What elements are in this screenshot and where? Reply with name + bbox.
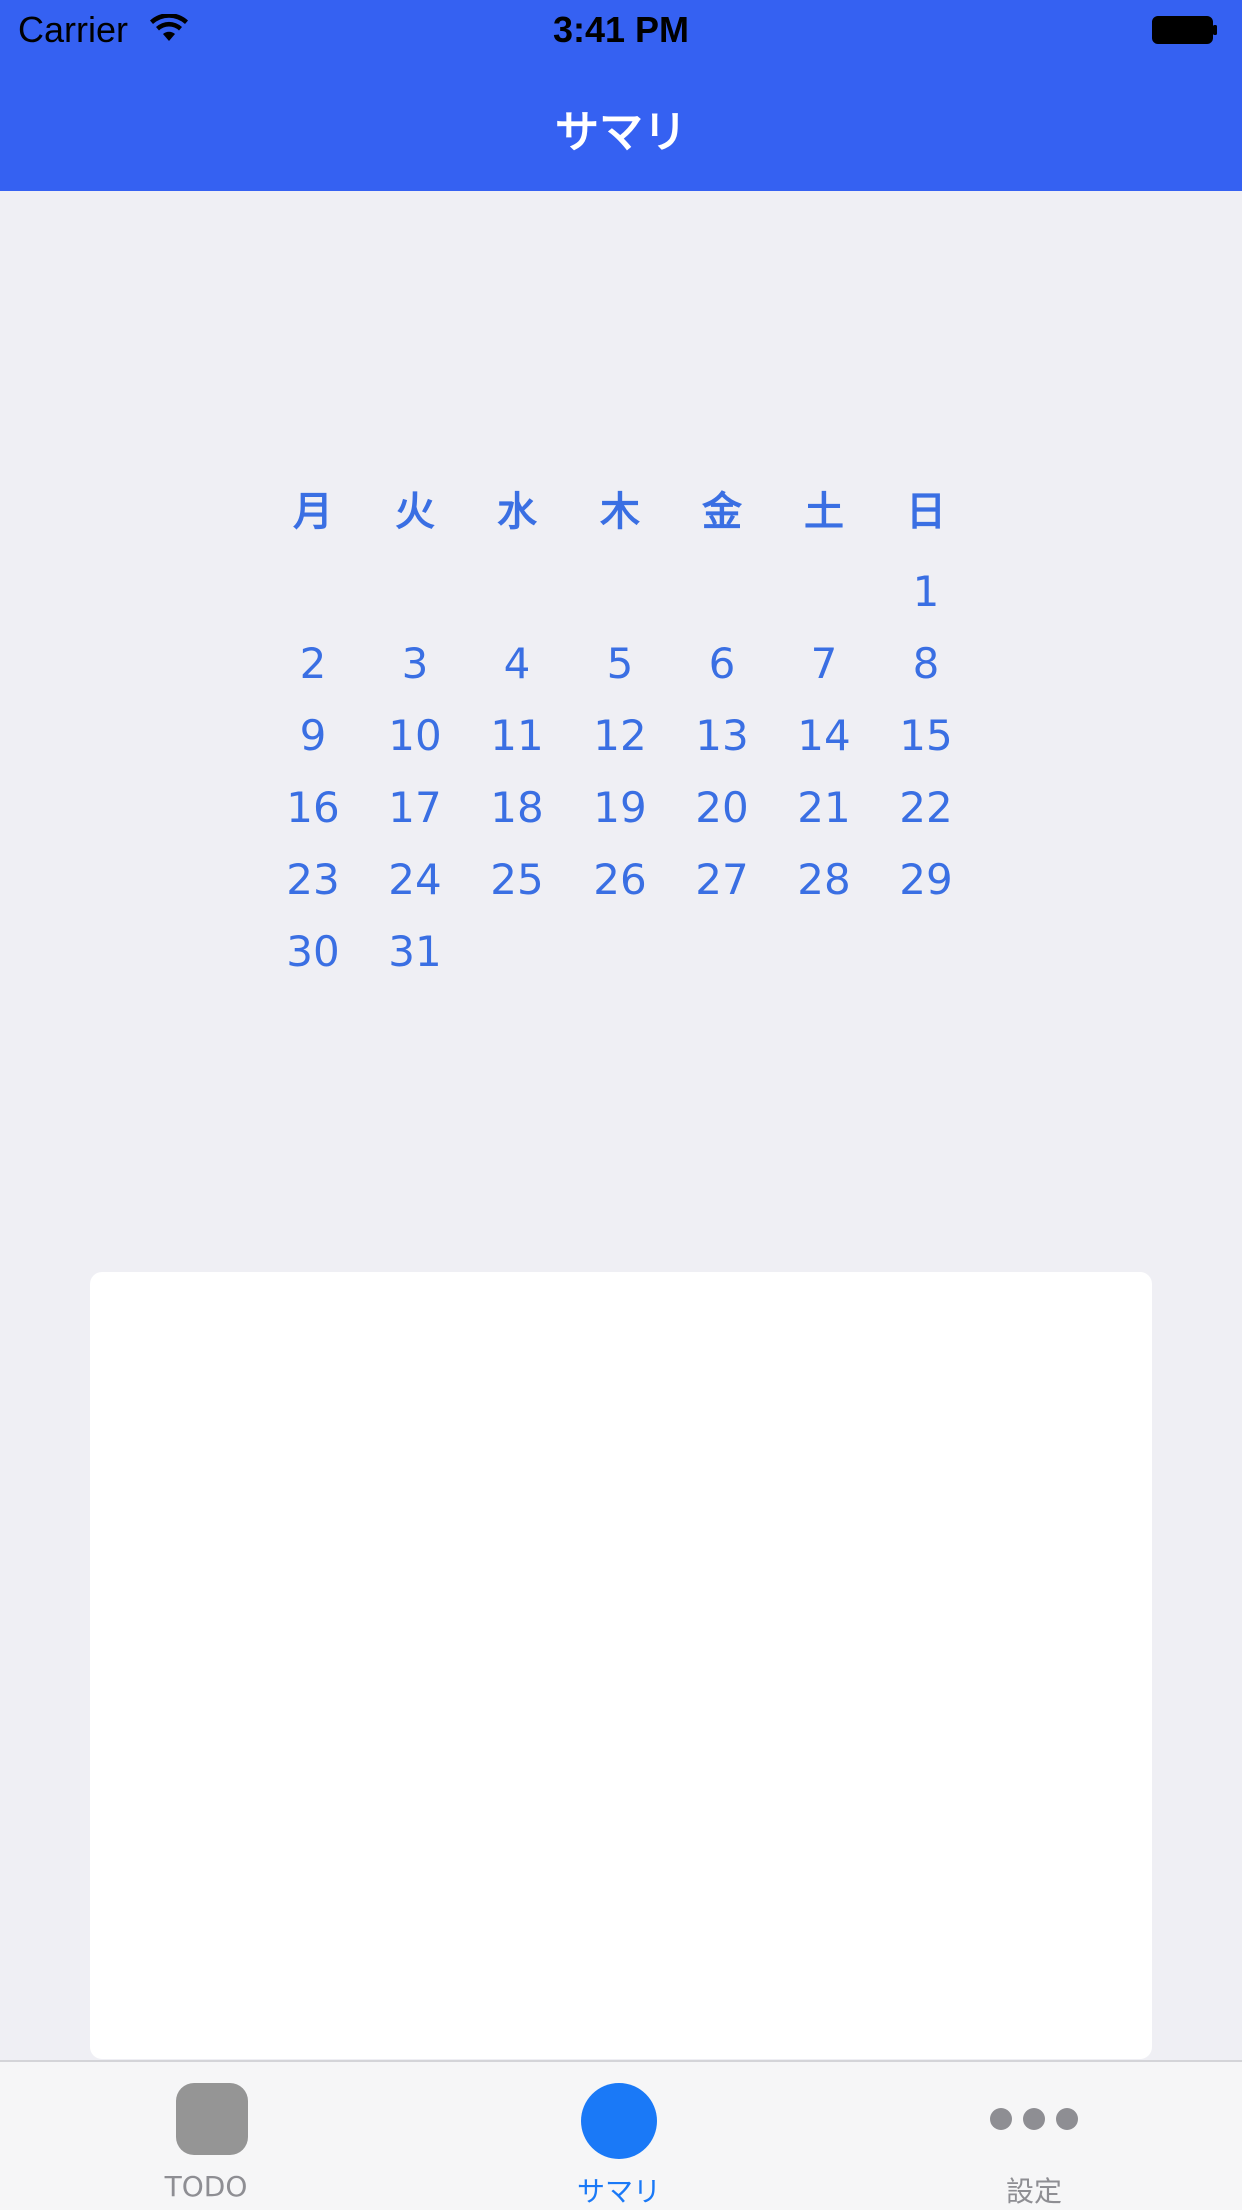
weekday-header: 日 bbox=[906, 489, 946, 535]
calendar-day[interactable]: 2 bbox=[262, 636, 364, 692]
calendar-day[interactable]: 6 bbox=[671, 636, 773, 692]
calendar-day[interactable]: 29 bbox=[875, 852, 977, 908]
calendar-day[interactable]: 20 bbox=[671, 780, 773, 836]
battery-icon bbox=[1152, 16, 1217, 44]
weekday-header: 金 bbox=[702, 489, 742, 535]
weekday-header: 火 bbox=[395, 489, 435, 535]
calendar-day[interactable]: 9 bbox=[262, 708, 364, 764]
tab-summary-label: サマリ bbox=[576, 2175, 661, 2208]
tab-summary[interactable]: サマリ bbox=[519, 2062, 719, 2210]
calendar-day[interactable]: 26 bbox=[569, 852, 671, 908]
calendar-day[interactable]: 15 bbox=[875, 708, 977, 764]
calendar-day[interactable]: 16 bbox=[262, 780, 364, 836]
calendar-day[interactable]: 21 bbox=[773, 780, 875, 836]
calendar-day[interactable]: 25 bbox=[466, 852, 568, 908]
calendar-day[interactable]: 14 bbox=[773, 708, 875, 764]
calendar-day[interactable]: 3 bbox=[364, 636, 466, 692]
weekday-header: 月 bbox=[293, 489, 333, 535]
calendar-day[interactable]: 5 bbox=[569, 636, 671, 692]
rounded-square-icon bbox=[176, 2083, 248, 2155]
status-bar: Carrier 3:41 PM bbox=[0, 0, 1242, 60]
calendar-day[interactable]: 27 bbox=[671, 852, 773, 908]
calendar-day[interactable]: 18 bbox=[466, 780, 568, 836]
calendar-day[interactable]: 30 bbox=[262, 924, 364, 980]
calendar-day[interactable]: 28 bbox=[773, 852, 875, 908]
calendar-day[interactable]: 4 bbox=[466, 636, 568, 692]
weekday-header: 水 bbox=[497, 489, 537, 535]
calendar-day[interactable]: 24 bbox=[364, 852, 466, 908]
tab-settings[interactable]: 設定 bbox=[934, 2062, 1134, 2210]
calendar-day[interactable]: 13 bbox=[671, 708, 773, 764]
calendar-day[interactable]: 11 bbox=[466, 708, 568, 764]
navigation-header: Carrier 3:41 PM サマリ bbox=[0, 0, 1242, 191]
calendar-day[interactable]: 8 bbox=[875, 636, 977, 692]
status-time: 3:41 PM bbox=[552, 9, 690, 50]
calendar-day[interactable]: 1 bbox=[875, 564, 977, 620]
more-dots-icon bbox=[990, 2083, 1078, 2155]
page-title: サマリ bbox=[555, 107, 687, 158]
weekday-header: 土 bbox=[804, 489, 844, 535]
tab-bar: TODO サマリ 設定 bbox=[0, 2060, 1242, 2210]
calendar-day[interactable]: 22 bbox=[875, 780, 977, 836]
calendar-day[interactable]: 17 bbox=[364, 780, 466, 836]
calendar-day[interactable]: 7 bbox=[773, 636, 875, 692]
tab-todo-label: TODO bbox=[164, 2170, 248, 2203]
calendar-day[interactable]: 23 bbox=[262, 852, 364, 908]
calendar-day[interactable]: 31 bbox=[364, 924, 466, 980]
tab-todo[interactable]: TODO bbox=[106, 2062, 306, 2210]
weekday-header: 木 bbox=[600, 489, 640, 535]
calendar-day[interactable]: 12 bbox=[569, 708, 671, 764]
summary-card bbox=[90, 1272, 1152, 2059]
calendar-day[interactable]: 10 bbox=[364, 708, 466, 764]
circle-icon bbox=[581, 2083, 657, 2159]
calendar-day[interactable]: 19 bbox=[569, 780, 671, 836]
tab-settings-label: 設定 bbox=[1005, 2175, 1062, 2208]
